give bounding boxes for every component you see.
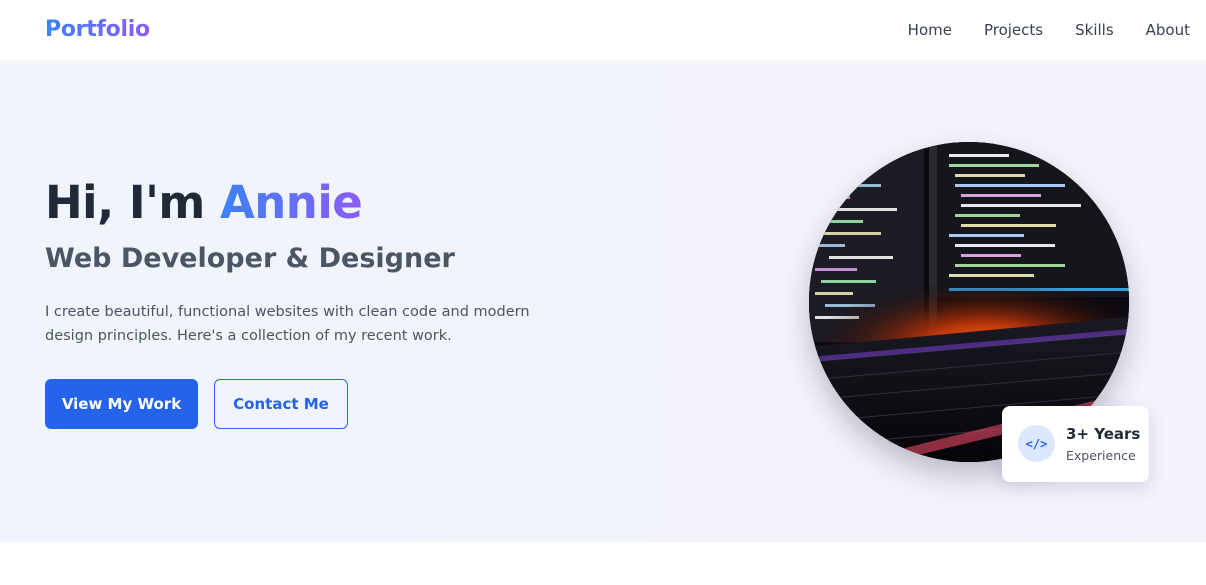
- hero-greeting: Hi, I'm: [45, 176, 220, 229]
- code-icon: </>: [1018, 425, 1055, 462]
- view-my-work-button[interactable]: View My Work: [45, 379, 198, 429]
- nav-link-skills[interactable]: Skills: [1075, 21, 1114, 39]
- nav-link-about[interactable]: About: [1146, 21, 1190, 39]
- hero-section: Hi, I'm Annie Web Developer & Designer I…: [0, 63, 1206, 542]
- hero-title: Hi, I'm Annie: [45, 175, 363, 231]
- experience-years: 3+ Years: [1066, 425, 1141, 443]
- hero-description: I create beautiful, functional websites …: [45, 304, 530, 344]
- nav-link-home[interactable]: Home: [908, 21, 952, 39]
- contact-me-button[interactable]: Contact Me: [214, 379, 348, 429]
- nav-link-projects[interactable]: Projects: [984, 21, 1043, 39]
- logo[interactable]: Portfolio: [45, 17, 150, 42]
- hero-subtitle: Web Developer & Designer: [45, 243, 455, 274]
- experience-label: Experience: [1066, 448, 1136, 463]
- hero-name: Annie: [219, 176, 363, 229]
- nav-links: Home Projects Skills About: [876, 21, 1190, 39]
- top-navbar: Portfolio Home Projects Skills About: [0, 0, 1206, 62]
- experience-badge: </> 3+ Years Experience: [1002, 406, 1149, 482]
